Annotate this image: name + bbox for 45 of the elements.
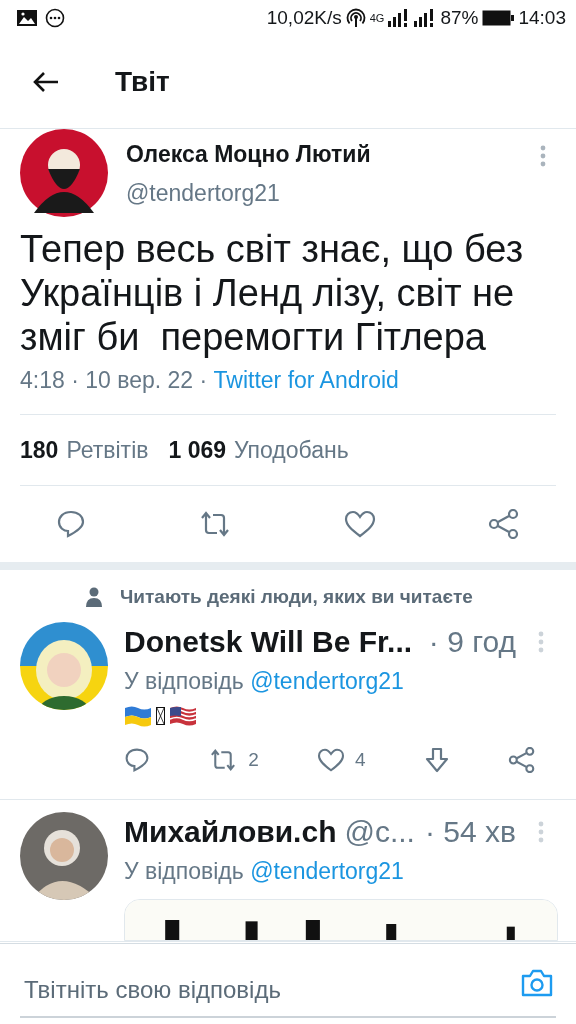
- author-handle[interactable]: @c...: [344, 815, 415, 849]
- like-count: 4: [355, 749, 366, 771]
- author-name[interactable]: Олекса Моцно Лютий: [126, 141, 540, 168]
- tweet-text: Тепер весь світ знає, що без Українців і Ленд лізу, світ не зміг би перемогти Гітлера: [20, 227, 525, 359]
- author-handle[interactable]: @tendertorg21: [126, 180, 540, 207]
- flag-icon: [169, 705, 197, 727]
- page-title: Твіт: [115, 66, 170, 98]
- back-icon[interactable]: [32, 70, 60, 94]
- stat-label: Ретвітів: [66, 436, 149, 464]
- author-name[interactable]: Donetsk Will Be Fr...: [124, 625, 413, 659]
- reply-icon[interactable]: [56, 509, 86, 539]
- reply-label: У відповідь: [124, 858, 244, 884]
- share-icon[interactable]: [488, 509, 520, 539]
- stat-label: Уподобань: [234, 436, 349, 464]
- tweet-date: 4:18 · 10 вер. 22 ·: [20, 367, 209, 393]
- retweet-icon[interactable]: [198, 510, 232, 538]
- battery-icon: [482, 10, 515, 26]
- reply-field[interactable]: Твітніть свою відповідь: [20, 960, 556, 1018]
- image-icon: [16, 9, 38, 27]
- author-name[interactable]: Михайлови.ch: [124, 815, 337, 849]
- missing-glyph-icon: [156, 707, 165, 725]
- more-icon: [45, 8, 65, 28]
- reply-icon[interactable]: [124, 747, 150, 773]
- reply-tweet[interactable]: Donetsk Will Be Fr... · 9 год У відповідь @tendertorg21 2 4: [0, 608, 576, 800]
- like-icon[interactable]: [317, 748, 345, 772]
- like-icon[interactable]: [344, 510, 376, 538]
- clock: 14:03: [518, 7, 566, 29]
- avatar[interactable]: [20, 622, 108, 710]
- download-icon[interactable]: [423, 747, 450, 773]
- flag-icon: [124, 705, 152, 727]
- social-context: Читають деякі люди, яких ви читаєте: [120, 586, 473, 608]
- stat-count: 1 069: [168, 436, 227, 464]
- reply-label: У відповідь: [124, 668, 244, 694]
- person-icon: [86, 587, 102, 607]
- reply-tweet[interactable]: Михайлови.ch @c... · 54 хв У відповідь @tendertorg21: [0, 800, 576, 942]
- camera-icon[interactable]: [520, 968, 554, 998]
- network-speed: 10,02K/s: [266, 7, 342, 29]
- tweet-time: · 54 хв: [425, 815, 516, 849]
- stat-count: 180: [20, 436, 59, 464]
- tweet-time: · 9 год: [428, 625, 516, 659]
- share-icon[interactable]: [507, 747, 536, 773]
- retweet-count: 2: [248, 749, 259, 771]
- network-type: 4G: [369, 12, 385, 24]
- hotspot-icon: [345, 8, 366, 28]
- battery-percent: 87%: [440, 7, 479, 29]
